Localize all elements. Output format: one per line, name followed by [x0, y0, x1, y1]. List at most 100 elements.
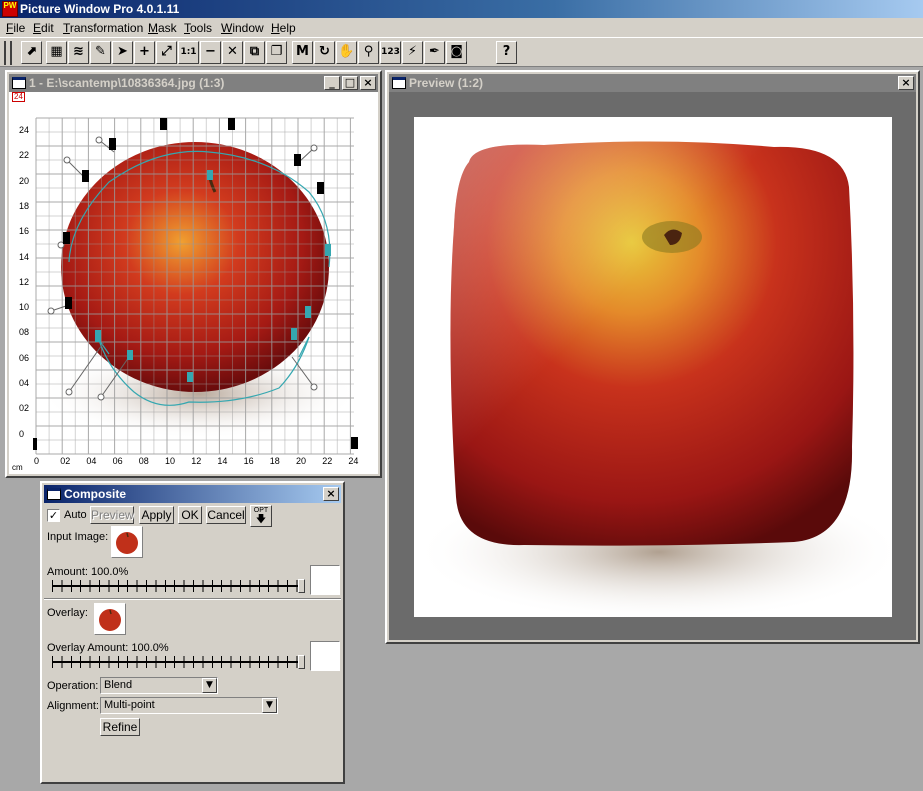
composite-title: Composite — [64, 487, 127, 501]
y-axis-label: 20 — [19, 175, 30, 186]
window-icon — [47, 488, 61, 500]
window-icon — [392, 77, 406, 89]
y-axis-label: 0 — [19, 428, 25, 439]
options-button[interactable]: OPT 🡇 — [250, 505, 272, 527]
copy-icon[interactable]: ❐ — [266, 41, 287, 64]
mask-icon[interactable]: M — [292, 41, 313, 64]
toolbar-grip[interactable] — [4, 41, 12, 65]
x-axis-label: 02 — [60, 456, 71, 466]
amount-slider-thumb[interactable] — [298, 579, 305, 593]
help-icon[interactable]: ? — [496, 41, 517, 64]
alignment-select[interactable]: Multi-point ▼ — [100, 697, 278, 714]
source-canvas[interactable]: 24 24 22 20 18 16 14 12 10 08 06 04 02 0 0 02 04 06 08 10… — [9, 92, 378, 474]
auto-label: Auto — [64, 509, 87, 521]
menu-transformation[interactable]: Transformation — [63, 21, 143, 35]
options-label: OPT — [253, 507, 269, 514]
x-axis-label: 22 — [322, 456, 333, 466]
y-axis-label: 14 — [19, 251, 30, 262]
y-axis-label: 08 — [19, 327, 30, 338]
y-axis-label: 06 — [19, 352, 30, 363]
app-titlebar: PW Picture Window Pro 4.0.1.11 — [0, 0, 923, 18]
amount-label: Amount: 100.0% — [47, 566, 129, 578]
apply-button[interactable]: Apply — [139, 506, 174, 524]
x-axis-label: 06 — [112, 456, 123, 466]
y-axis-label: 10 — [19, 302, 30, 313]
zoom-in-icon[interactable]: + — [134, 41, 155, 64]
menu-edit[interactable]: Edit — [33, 21, 54, 35]
amount-slider[interactable] — [50, 579, 306, 593]
eyedropper-icon[interactable]: ✎ — [90, 41, 111, 64]
x-axis-label: 08 — [138, 456, 149, 466]
refine-button[interactable]: Refine — [100, 718, 140, 736]
menu-window[interactable]: Window — [221, 21, 264, 35]
select-icon[interactable]: ⬈ — [21, 41, 42, 64]
down-arrow-icon: 🡇 — [255, 514, 267, 525]
overlay-image-thumbnail[interactable] — [94, 603, 126, 635]
preview-image — [414, 141, 892, 617]
zoom-out-icon[interactable]: − — [200, 41, 221, 64]
number-icon[interactable]: 123 — [380, 41, 401, 64]
minimize-button[interactable]: _ — [324, 76, 340, 90]
close-button[interactable]: × — [898, 76, 914, 90]
hand-icon[interactable]: ✋ — [336, 41, 357, 64]
divider — [44, 598, 341, 600]
amount-color-swatch[interactable] — [310, 565, 340, 595]
retouch-icon[interactable]: ✒ — [424, 41, 445, 64]
x-axis-label: 24 — [348, 456, 359, 466]
arrow-circle-icon[interactable]: ↻ — [314, 41, 335, 64]
menu-help[interactable]: Help — [271, 21, 296, 35]
close-button[interactable]: × — [323, 487, 339, 501]
grid-icon[interactable]: ▦ — [46, 41, 67, 64]
auto-checkbox[interactable]: ✓ — [47, 509, 60, 522]
maximize-button[interactable]: □ — [342, 76, 358, 90]
overlay-amount-slider[interactable] — [50, 655, 306, 669]
camera-icon[interactable]: ◙ — [446, 41, 467, 64]
magnifier-icon[interactable]: ⚲ — [358, 41, 379, 64]
y-axis-label: 12 — [19, 276, 30, 287]
x-axis-label: 16 — [243, 456, 254, 466]
y-axis-label: 24 — [19, 125, 30, 135]
preview-window-titlebar[interactable]: Preview (1:2) × — [389, 74, 916, 92]
app-title: Picture Window Pro 4.0.1.11 — [20, 2, 180, 16]
source-image-window: 1 - E:\scantemp\10836364.jpg (1:3) _ □ × — [5, 70, 382, 478]
menu-tools[interactable]: Tools — [184, 21, 212, 35]
preview-window-title: Preview (1:2) — [409, 76, 484, 90]
close-button[interactable]: × — [360, 76, 376, 90]
wave-icon[interactable]: ≋ — [68, 41, 89, 64]
dropdown-arrow-icon[interactable]: ▼ — [262, 698, 277, 713]
brush-icon[interactable]: ➤ — [112, 41, 133, 64]
y-axis-label: 04 — [19, 378, 30, 388]
overlay-amount-label: Overlay Amount: 100.0% — [47, 642, 169, 654]
overlay-color-swatch[interactable] — [310, 641, 340, 671]
ok-button[interactable]: OK — [178, 506, 202, 524]
overlay-amount-slider-thumb[interactable] — [298, 655, 305, 669]
actual-size-icon[interactable]: 1:1 — [178, 41, 199, 64]
app-icon: PW — [2, 1, 18, 17]
toolbar: ⬈ ▦ ≋ ✎ ➤ + ⤢ 1:1− ✕ ⧉ ❐ M ↻ ✋ ⚲ 123 ⚡ ✒ ◙? — [0, 37, 923, 67]
x-axis-label: 12 — [191, 456, 202, 466]
clone-icon[interactable]: ⚡ — [402, 41, 423, 64]
x-axis-label: 0 — [34, 456, 40, 466]
x-axis-label: 14 — [217, 456, 228, 466]
preview-button[interactable]: Preview — [90, 506, 134, 524]
preview-canvas[interactable] — [414, 117, 892, 617]
menu-mask[interactable]: Mask — [148, 21, 177, 35]
source-window-title: 1 - E:\scantemp\10836364.jpg (1:3) — [29, 76, 225, 90]
composite-titlebar[interactable]: Composite × — [44, 485, 341, 503]
source-window-titlebar[interactable]: 1 - E:\scantemp\10836364.jpg (1:3) _ □ × — [9, 74, 378, 92]
x-axis-label: 04 — [86, 456, 97, 466]
y-axis-label: 16 — [19, 226, 30, 237]
dropdown-arrow-icon[interactable]: ▼ — [202, 678, 217, 693]
y-axis-label: 18 — [19, 200, 30, 211]
operation-select[interactable]: Blend ▼ — [100, 677, 218, 694]
shrink-icon[interactable]: ✕ — [222, 41, 243, 64]
cancel-button[interactable]: Cancel — [206, 506, 246, 524]
unit-label: cm — [12, 463, 23, 472]
menu-file[interactable]: File — [6, 21, 25, 35]
input-image-thumbnail[interactable] — [111, 526, 143, 558]
alignment-value: Multi-point — [104, 699, 155, 711]
cascade-icon[interactable]: ⧉ — [244, 41, 265, 64]
fit-icon[interactable]: ⤢ — [156, 41, 177, 64]
x-axis-label: 20 — [296, 456, 307, 466]
input-image-label: Input Image: — [47, 531, 109, 543]
